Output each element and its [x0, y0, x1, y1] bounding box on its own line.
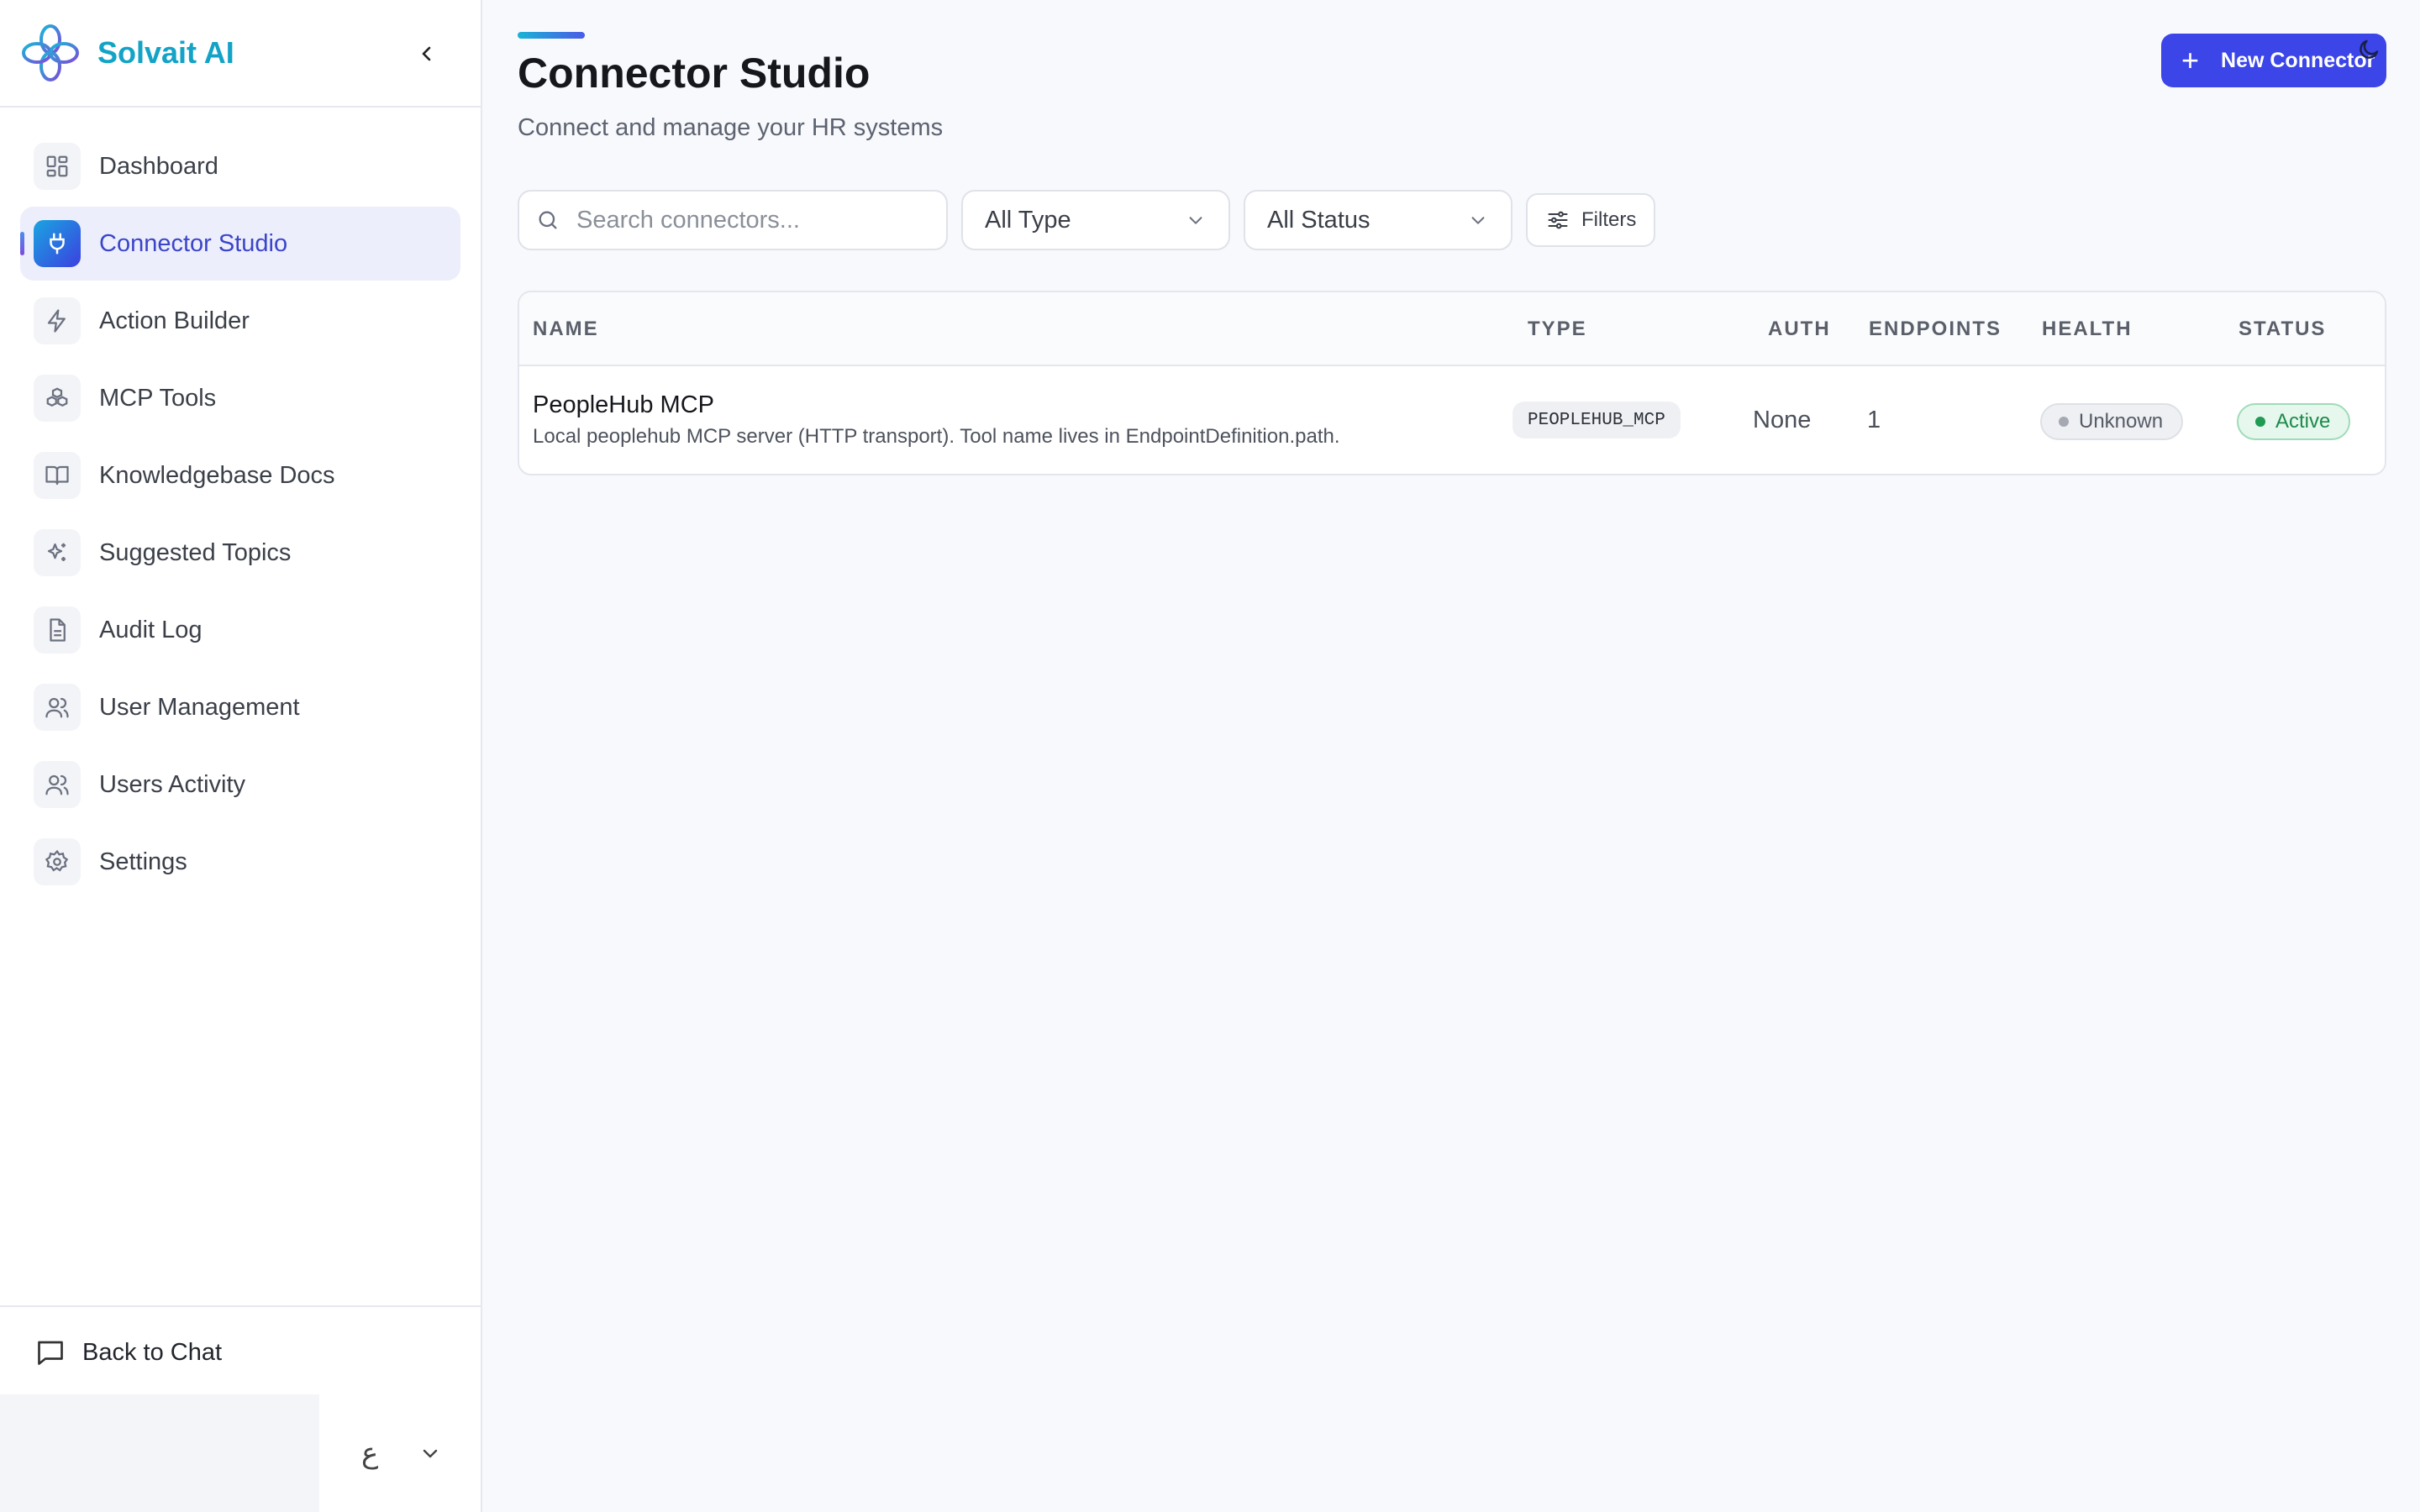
sidebar-item-label: MCP Tools: [99, 384, 217, 412]
column-header-endpoints[interactable]: ENDPOINTS: [1869, 318, 2002, 341]
plus-icon: +: [2181, 43, 2200, 77]
connector-endpoints: 1: [1867, 407, 1881, 433]
solvait-logo-icon: [22, 24, 79, 81]
dashboard-icon: [34, 143, 81, 190]
language-glyph: ع: [361, 1436, 379, 1470]
sidebar-item-suggested-topics[interactable]: Suggested Topics: [20, 516, 460, 590]
status-label: Active: [2275, 410, 2331, 433]
sidebar-item-knowledgebase-docs[interactable]: Knowledgebase Docs: [20, 438, 460, 512]
document-icon: [34, 606, 81, 654]
chevron-left-icon: [422, 46, 431, 61]
sidebar-item-connector-studio[interactable]: Connector Studio: [20, 207, 460, 281]
sliders-icon: [1548, 211, 1568, 229]
search-icon: [539, 211, 557, 229]
type-select-value: All Type: [985, 206, 1071, 234]
chevron-down-icon: [1471, 217, 1485, 224]
page-subtitle: Connect and manage your HR systems: [518, 114, 944, 141]
sidebar-item-label: Users Activity: [99, 770, 246, 798]
column-header-name[interactable]: NAME: [533, 318, 599, 341]
back-to-chat-button[interactable]: Back to Chat: [0, 1307, 481, 1398]
connector-description: Local peoplehub MCP server (HTTP transpo…: [533, 425, 1340, 448]
sidebar-item-dashboard[interactable]: Dashboard: [20, 129, 460, 203]
sidebar-item-mcp-tools[interactable]: MCP Tools: [20, 361, 460, 435]
brand-name: Solvait AI: [97, 35, 234, 70]
sidebar-item-user-management[interactable]: User Management: [20, 670, 460, 744]
table-row[interactable]: PeopleHub MCP Local peoplehub MCP server…: [519, 366, 2385, 474]
brand-header: Solvait AI: [0, 0, 481, 108]
sidebar-item-label: Suggested Topics: [99, 538, 292, 566]
table-header: NAME TYPE AUTH ENDPOINTS HEALTH STATUS: [519, 292, 2385, 366]
column-header-health[interactable]: HEALTH: [2042, 318, 2133, 341]
health-badge: Unknown: [2040, 403, 2184, 440]
moon-icon[interactable]: [2356, 37, 2381, 62]
new-connector-label: New Connector: [2221, 48, 2375, 72]
connector-type-chip: PEOPLEHUB_MCP: [1512, 402, 1681, 438]
sparkles-icon: [34, 529, 81, 576]
users-icon: [34, 684, 81, 731]
filters-label: Filters: [1581, 208, 1637, 231]
filter-bar: All Type All Status Filters: [518, 190, 1655, 250]
connectors-table: NAME TYPE AUTH ENDPOINTS HEALTH STATUS P…: [518, 291, 2386, 475]
sidebar-item-label: Action Builder: [99, 307, 250, 334]
status-select-value: All Status: [1267, 206, 1370, 234]
sidebar-item-label: Settings: [99, 848, 187, 875]
column-header-status[interactable]: STATUS: [2238, 318, 2326, 341]
sidebar-item-label: Audit Log: [99, 616, 203, 643]
filters-button[interactable]: Filters: [1526, 193, 1655, 247]
collapse-sidebar-button[interactable]: [410, 37, 444, 71]
search-box[interactable]: [518, 190, 948, 250]
column-header-type[interactable]: TYPE: [1528, 318, 1587, 341]
search-input[interactable]: [576, 206, 913, 234]
lightning-icon: [34, 297, 81, 344]
sidebar-item-action-builder[interactable]: Action Builder: [20, 284, 460, 358]
book-icon: [34, 452, 81, 499]
users-icon: [34, 761, 81, 808]
column-header-auth[interactable]: AUTH: [1768, 318, 1831, 341]
sidebar-item-label: Dashboard: [99, 152, 218, 180]
main-content: Connector Studio Connect and manage your…: [484, 0, 2420, 1512]
type-select[interactable]: All Type: [961, 190, 1230, 250]
sidebar-item-label: User Management: [99, 693, 300, 721]
sidebar-item-label: Connector Studio: [99, 229, 288, 257]
sidebar-item-audit-log[interactable]: Audit Log: [20, 593, 460, 667]
cubes-icon: [34, 375, 81, 422]
sidebar: Solvait AI Dashboard Connector Studio Ac…: [0, 0, 482, 1512]
language-area: ع: [0, 1394, 481, 1512]
title-accent-bar: [518, 32, 585, 39]
sidebar-nav: Dashboard Connector Studio Action Builde…: [0, 108, 481, 899]
gear-icon: [34, 838, 81, 885]
sidebar-item-settings[interactable]: Settings: [20, 825, 460, 899]
chat-bubble-icon: [38, 1341, 63, 1365]
health-dot-icon: [2059, 417, 2069, 427]
chevron-down-icon: [1189, 217, 1202, 224]
status-select[interactable]: All Status: [1244, 190, 1512, 250]
status-dot-icon: [2255, 417, 2265, 427]
back-to-chat-label: Back to Chat: [82, 1338, 223, 1366]
sidebar-item-label: Knowledgebase Docs: [99, 461, 335, 489]
language-switcher[interactable]: ع: [361, 1436, 440, 1470]
connector-auth: None: [1753, 407, 1812, 433]
sidebar-item-users-activity[interactable]: Users Activity: [20, 748, 460, 822]
plug-icon: [34, 220, 81, 267]
status-badge: Active: [2237, 403, 2351, 440]
page-title: Connector Studio: [518, 50, 871, 97]
new-connector-button[interactable]: + New Connector: [2161, 34, 2386, 87]
sidebar-footer: Back to Chat ع: [0, 1305, 481, 1512]
health-label: Unknown: [2079, 410, 2164, 433]
connector-name[interactable]: PeopleHub MCP: [533, 391, 714, 419]
chevron-down-icon: [424, 1449, 438, 1458]
